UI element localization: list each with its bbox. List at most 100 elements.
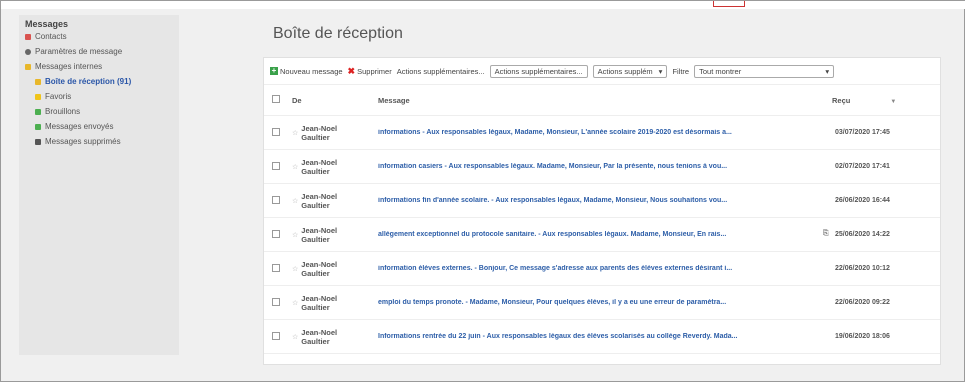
star-icon[interactable]: ☆ <box>292 265 298 273</box>
received-date: 22/06/2020 09:22 <box>835 299 890 306</box>
sidebar-item-internal-messages[interactable]: Messages internes <box>19 59 179 74</box>
inbox-panel: + Nouveau message ✖ Supprimer Actions su… <box>263 57 941 365</box>
delete-label: Supprimer <box>357 66 392 76</box>
plus-icon: + <box>270 66 278 75</box>
sidebar-item-label: Messages supprimés <box>45 137 121 146</box>
sender-first-name: Jean-Noel <box>301 327 338 337</box>
message-link[interactable]: informations fin d'année scolaire. - Aux… <box>378 197 823 204</box>
trash-icon <box>35 138 41 145</box>
sidebar-item-inbox[interactable]: Boîte de réception (91) <box>19 74 179 89</box>
chevron-down-icon: ▾ <box>658 66 663 76</box>
message-link[interactable]: emploi du temps pronote. - Madame, Monsi… <box>378 299 823 306</box>
row-checkbox[interactable] <box>272 263 280 272</box>
new-message-label: Nouveau message <box>280 66 343 76</box>
received-date: 03/07/2020 17:45 <box>835 129 890 136</box>
sender-first-name: Jean-Noel <box>301 293 338 303</box>
table-row[interactable]: ☆ Jean-Noel Gaultier information élèves ex… <box>264 251 940 286</box>
star-icon[interactable]: ☆ <box>292 163 298 171</box>
send-icon <box>35 123 41 130</box>
row-checkbox[interactable] <box>272 195 280 204</box>
more-actions-label: Actions supplémentaires... <box>396 66 485 76</box>
sidebar-item-sent[interactable]: Messages envoyés <box>19 119 179 134</box>
sidebar-item-favorites[interactable]: Favoris <box>19 89 179 104</box>
sidebar-item-label: Messages internes <box>35 62 103 71</box>
phone-icon <box>25 33 31 40</box>
sidebar-item-drafts[interactable]: Brouillons <box>19 104 179 119</box>
sidebar-item-label: Messages envoyés <box>45 122 114 131</box>
message-link[interactable]: information casiers - Aux responsables l… <box>378 163 823 170</box>
more-actions-select-value: Actions supplém <box>597 66 653 76</box>
more-actions-placeholder: Actions supplémentaires... <box>494 66 583 76</box>
sidebar-item-label: Paramètres de message <box>35 47 123 56</box>
star-icon[interactable]: ☆ <box>292 299 298 307</box>
message-link[interactable]: allègement exceptionnel du protocole san… <box>378 231 823 238</box>
select-all-checkbox-cell[interactable] <box>264 85 291 116</box>
column-header-received-label: Reçu <box>832 95 851 105</box>
row-checkbox[interactable] <box>272 331 280 340</box>
sender-last-name: Gaultier <box>301 166 330 176</box>
sidebar-item-contacts[interactable]: Contacts <box>19 29 179 44</box>
column-header-message[interactable]: Message <box>377 85 831 116</box>
inbox-folder-icon <box>35 78 41 85</box>
table-row[interactable]: ☆ Jean-Noel Gaultier information casiers -… <box>264 149 940 184</box>
message-link[interactable]: informations - Aux responsables légaux, … <box>378 129 823 136</box>
page-title: Boîte de réception <box>273 25 403 42</box>
more-actions-select[interactable]: Actions supplém ▾ <box>592 64 668 78</box>
chevron-down-icon: ▾ <box>825 66 830 76</box>
row-checkbox[interactable] <box>272 161 280 170</box>
row-checkbox[interactable] <box>272 229 280 238</box>
new-message-button[interactable]: + Nouveau message <box>270 67 343 76</box>
filter-select-value: Tout montrer <box>699 66 742 76</box>
table-header-row: De Message Reçu ▼ <box>264 85 940 116</box>
sender-last-name: Gaultier <box>301 234 330 244</box>
sender-last-name: Gaultier <box>301 268 330 278</box>
gear-icon <box>25 48 31 55</box>
row-checkbox[interactable] <box>272 127 280 136</box>
delete-x-icon: ✖ <box>347 65 356 76</box>
filter-label: Filtre <box>672 66 690 76</box>
received-date: 26/06/2020 16:44 <box>835 197 890 204</box>
received-date: 19/06/2020 18:06 <box>835 333 890 340</box>
star-icon[interactable]: ☆ <box>292 231 298 239</box>
delete-button[interactable]: ✖ Supprimer <box>348 66 392 77</box>
sender-first-name: Jean-Noel <box>301 123 338 133</box>
star-icon[interactable]: ☆ <box>292 333 298 341</box>
sidebar: Messages Contacts Paramètres de message … <box>19 15 179 355</box>
message-rows: ☆ Jean-Noel Gaultier informations - Aux re… <box>264 115 940 354</box>
received-date: 22/06/2020 10:12 <box>835 265 890 272</box>
sidebar-item-settings[interactable]: Paramètres de message <box>19 44 179 59</box>
app-frame: Messages Contacts Paramètres de message … <box>0 0 965 382</box>
message-link[interactable]: information élèves externes. - Bonjour, … <box>378 265 823 272</box>
star-icon[interactable]: ☆ <box>292 129 298 137</box>
sort-icon[interactable]: ▼ <box>890 99 896 105</box>
sidebar-header: Messages <box>25 19 69 29</box>
sidebar-item-label: Brouillons <box>45 107 81 116</box>
more-actions-input[interactable]: Actions supplémentaires... <box>489 64 588 78</box>
row-checkbox[interactable] <box>272 297 280 306</box>
sender-first-name: Jean-Noel <box>301 191 338 201</box>
sender-last-name: Gaultier <box>301 200 330 210</box>
sender-last-name: Gaultier <box>301 336 330 346</box>
sender-last-name: Gaultier <box>301 302 330 312</box>
sender-first-name: Jean-Noel <box>301 157 338 167</box>
filter-select[interactable]: Tout montrer ▾ <box>694 64 835 78</box>
message-table: De Message Reçu ▼ ☆ Jean-Noel Gaultier info… <box>264 85 940 354</box>
table-row[interactable]: ☆ Jean-Noel Gaultier informations - Aux re… <box>264 115 940 150</box>
sidebar-item-label: Favoris <box>45 92 72 101</box>
sidebar-item-deleted[interactable]: Messages supprimés <box>19 134 179 149</box>
select-all-checkbox[interactable] <box>272 95 280 103</box>
message-link[interactable]: Informations rentrée du 22 juin - Aux re… <box>378 333 823 340</box>
table-row[interactable]: ☆ Jean-Noel Gaultier Informations rentrée … <box>264 319 940 354</box>
column-header-from[interactable]: De <box>291 85 377 116</box>
table-row[interactable]: ☆ Jean-Noel Gaultier informations fin d'an… <box>264 183 940 218</box>
main-content: Boîte de réception + Nouveau message ✖ S… <box>263 15 941 365</box>
attachment-icon: ⎘ <box>823 230 829 237</box>
received-date: 02/07/2020 17:41 <box>835 163 890 170</box>
received-date: 25/06/2020 14:22 <box>835 231 890 238</box>
table-row[interactable]: ☆ Jean-Noel Gaultier allègement exceptionn… <box>264 217 940 252</box>
star-icon[interactable]: ☆ <box>292 197 298 205</box>
column-header-received[interactable]: Reçu ▼ <box>831 85 940 116</box>
top-bar-marker <box>713 1 745 7</box>
table-row[interactable]: ☆ Jean-Noel Gaultier emploi du temps prono… <box>264 285 940 320</box>
sender-last-name: Gaultier <box>301 132 330 142</box>
